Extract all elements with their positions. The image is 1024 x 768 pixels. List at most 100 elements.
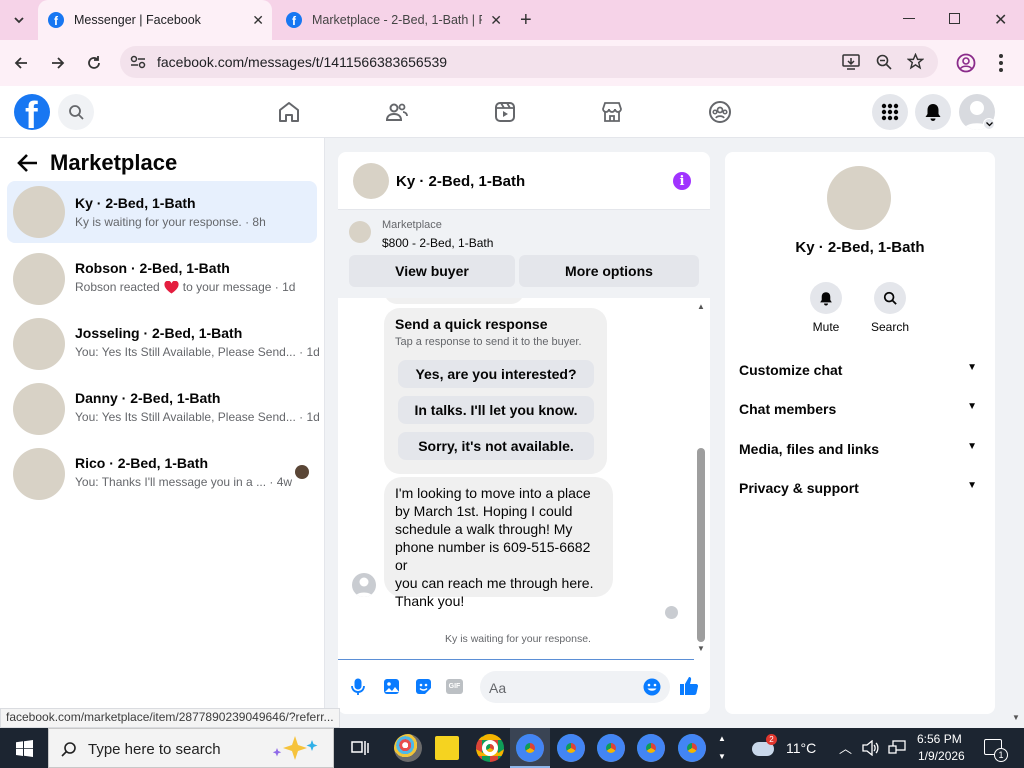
thumbs-up-icon[interactable]	[679, 676, 699, 696]
conversation-preview: Robson reacted to your message · 1d	[75, 280, 295, 294]
browser-menu-icon[interactable]	[999, 54, 1003, 72]
listing-detail[interactable]: $800 - 2-Bed, 1-Bath	[382, 236, 493, 250]
listing-thumbnail[interactable]	[349, 221, 371, 243]
back-arrow-icon[interactable]	[17, 153, 39, 173]
scrollbar-thumb[interactable]	[697, 448, 705, 642]
facebook-favicon-icon: f	[48, 12, 64, 28]
quick-response-option[interactable]: Yes, are you interested?	[398, 360, 594, 388]
chat-scrollbar[interactable]: ▲ ▼	[696, 302, 706, 656]
zoom-icon[interactable]	[876, 54, 892, 70]
tab-marketplace[interactable]: f Marketplace - 2-Bed, 1-Bath | F ✕	[276, 0, 510, 40]
tab-messenger[interactable]: f Messenger | Facebook ✕	[38, 0, 272, 40]
clock-date[interactable]: 1/9/2026	[918, 749, 965, 763]
video-icon[interactable]	[493, 100, 517, 124]
view-buyer-button[interactable]: View buyer	[349, 255, 515, 287]
close-tab-icon[interactable]: ✕	[252, 12, 264, 29]
mute-label: Mute	[812, 320, 840, 334]
emoji-icon[interactable]	[643, 678, 661, 696]
new-tab-button[interactable]: +	[520, 9, 532, 32]
conversation-name: Ky · 2-Bed, 1-Bath	[75, 195, 196, 211]
gif-icon[interactable]: GIF	[446, 679, 463, 694]
back-arrow-icon[interactable]	[13, 55, 29, 71]
friends-icon[interactable]	[385, 100, 409, 124]
facebook-logo[interactable]: f	[14, 94, 50, 130]
search-button[interactable]	[58, 94, 94, 130]
profile-icon[interactable]	[956, 53, 976, 73]
forward-arrow-icon[interactable]	[50, 55, 66, 71]
notifications-button[interactable]	[915, 94, 951, 130]
conversation-preview: You: Thanks I'll message you in a ... · …	[75, 475, 293, 489]
page-scroll-arrow[interactable]: ▼	[1012, 713, 1020, 722]
show-hidden-icons[interactable]: ︿	[839, 738, 852, 757]
customize-chat-section[interactable]: Customize chat ▼	[739, 362, 979, 378]
message-line: I'm looking to move into a place	[395, 485, 591, 501]
account-chevron-icon[interactable]	[983, 118, 995, 130]
paint-app-icon[interactable]	[394, 734, 422, 762]
facebook-header: f	[0, 86, 1024, 138]
chrome-icon[interactable]	[516, 734, 544, 762]
windows-start-icon[interactable]	[16, 740, 33, 757]
reload-icon[interactable]	[86, 55, 102, 71]
conversation-item[interactable]: Ky · 2-Bed, 1-Bath Ky is waiting for you…	[7, 181, 317, 243]
taskbar-search-box[interactable]: Type here to search	[48, 728, 334, 768]
chrome-icon[interactable]	[476, 734, 504, 762]
mute-button[interactable]: Mute	[809, 282, 843, 334]
weather-icon[interactable]: 2	[752, 734, 778, 758]
conversation-item[interactable]: Danny · 2-Bed, 1-Bath You: Yes Its Still…	[7, 380, 320, 438]
task-view-icon[interactable]	[351, 739, 369, 757]
chat-title[interactable]: Ky · 2-Bed, 1-Bath	[396, 173, 525, 190]
install-app-icon[interactable]	[842, 54, 860, 70]
search-in-chat-button[interactable]: Search	[871, 282, 909, 334]
marketplace-icon[interactable]	[600, 100, 624, 124]
chrome-icon[interactable]	[597, 734, 625, 762]
speaker-icon[interactable]	[862, 740, 879, 756]
close-tab-icon[interactable]: ✕	[490, 12, 502, 29]
sticker-icon[interactable]	[415, 678, 432, 695]
more-options-button[interactable]: More options	[519, 255, 699, 287]
temperature[interactable]: 11°C	[786, 740, 816, 756]
chat-members-section[interactable]: Chat members ▼	[739, 401, 979, 417]
conversation-item[interactable]: Robson · 2-Bed, 1-Bath Robson reacted to…	[7, 250, 317, 308]
conversation-list-panel: Marketplace Ky · 2-Bed, 1-Bath Ky is wai…	[0, 138, 325, 730]
close-window-button[interactable]: ✕	[994, 10, 1007, 30]
chat-avatar[interactable]	[353, 163, 389, 199]
message-input[interactable]: Aa	[480, 671, 670, 703]
microphone-icon[interactable]	[350, 678, 366, 696]
conversation-item[interactable]: Josseling · 2-Bed, 1-Bath You: Yes Its S…	[7, 315, 320, 373]
conversation-preview: Ky is waiting for your response. · 8h	[75, 215, 266, 229]
chrome-icon[interactable]	[557, 734, 585, 762]
listing-banner: Marketplace $800 - 2-Bed, 1-Bath View bu…	[338, 210, 710, 298]
quick-response-option[interactable]: In talks. I'll let you know.	[398, 396, 594, 424]
privacy-support-section[interactable]: Privacy & support ▼	[739, 480, 979, 496]
section-label: Customize chat	[739, 362, 843, 378]
conversation-item[interactable]: Rico · 2-Bed, 1-Bath You: Thanks I'll me…	[7, 445, 317, 503]
menu-button[interactable]	[872, 94, 908, 130]
address-bar[interactable]: facebook.com/messages/t/1411566383656539	[120, 46, 938, 78]
media-files-links-section[interactable]: Media, files and links ▼	[739, 441, 979, 457]
groups-icon[interactable]	[708, 100, 732, 124]
quick-response-option[interactable]: Sorry, it's not available.	[398, 432, 594, 460]
tab-search-button[interactable]	[8, 10, 30, 30]
maximize-button[interactable]	[949, 13, 960, 24]
site-settings-icon[interactable]	[130, 55, 146, 69]
info-button[interactable]: i	[673, 172, 691, 190]
minimize-button[interactable]	[903, 18, 915, 19]
listing-photo[interactable]	[827, 166, 891, 230]
clock-time[interactable]: 6:56 PM	[917, 732, 962, 746]
bookmark-star-icon[interactable]	[907, 53, 924, 70]
network-icon[interactable]	[888, 740, 906, 756]
photo-icon[interactable]	[383, 678, 400, 695]
listing-thumbnail	[13, 318, 65, 370]
listing-thumbnail	[13, 253, 65, 305]
url-text[interactable]: facebook.com/messages/t/1411566383656539	[157, 54, 447, 70]
windows-taskbar: Type here to search ▲ ▼ 2 11°C ︿ 6:56 PM …	[0, 728, 1024, 768]
search-icon	[69, 105, 84, 120]
link-status-bubble: facebook.com/marketplace/item/2877890239…	[0, 708, 340, 728]
conversation-preview: You: Yes Its Still Available, Please Sen…	[75, 345, 320, 359]
taskbar-scroll-arrows[interactable]: ▲ ▼	[718, 730, 726, 766]
chevron-down-icon: ▼	[967, 401, 977, 412]
chrome-icon[interactable]	[637, 734, 665, 762]
home-icon[interactable]	[277, 100, 301, 124]
chrome-icon[interactable]	[678, 734, 706, 762]
sticky-notes-icon[interactable]	[435, 736, 459, 760]
